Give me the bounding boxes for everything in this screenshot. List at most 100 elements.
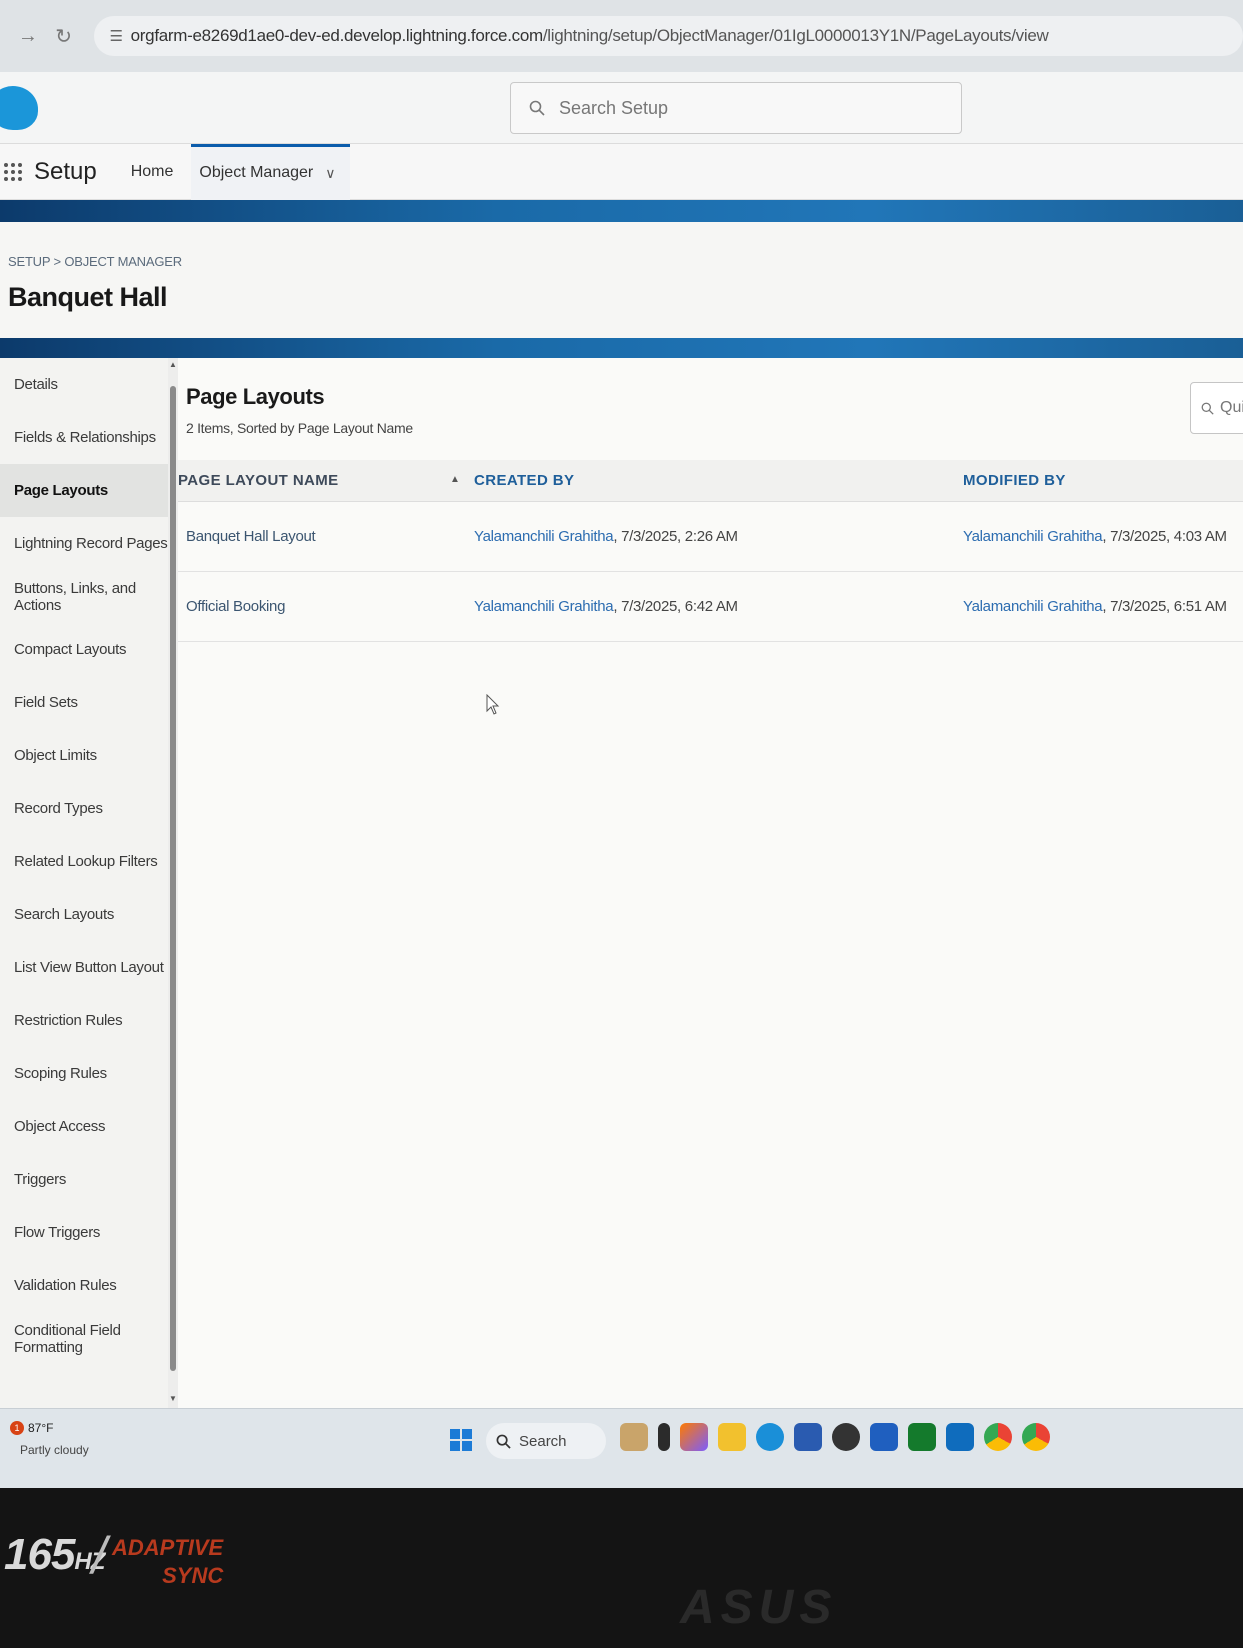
scroll-up-icon[interactable]: ▲ (169, 360, 177, 369)
adaptive-sync-label: ADAPTIVE SYNC (112, 1534, 223, 1590)
sidebar-item-object-access[interactable]: Object Access (0, 1100, 168, 1153)
app-icon[interactable] (832, 1423, 860, 1451)
modified-date: , 7/3/2025, 6:51 AM (1102, 598, 1227, 615)
tab-object-manager[interactable]: Object Manager ∨ (191, 143, 350, 200)
setup-nav-bar: Setup Home Object Manager ∨ (0, 143, 1243, 200)
table-row: Official Booking Yalamanchili Grahitha, … (178, 572, 1243, 642)
sidebar-item-field-sets[interactable]: Field Sets (0, 676, 168, 729)
setup-title: Setup (34, 157, 97, 185)
sidebar-item-object-limits[interactable]: Object Limits (0, 729, 168, 782)
tab-home-label: Home (130, 162, 174, 180)
outlook-icon[interactable] (946, 1423, 974, 1451)
sidebar-item-label: Fields & Relationships (14, 429, 156, 446)
sidebar-item-label: Lightning Record Pages (14, 535, 168, 552)
sidebar-item-record-types[interactable]: Record Types (0, 782, 168, 835)
taskbar-search-label: Search (519, 1432, 567, 1450)
table-header: PAGE LAYOUT NAME ▲ CREATED BY MODIFIED B… (178, 460, 1243, 502)
chrome-icon[interactable] (1022, 1423, 1050, 1451)
address-bar[interactable]: ☰ orgfarm-e8269d1ae0-dev-ed.develop.ligh… (93, 16, 1243, 56)
forward-icon[interactable]: → (14, 22, 42, 50)
sidebar-item-label: Object Limits (14, 747, 97, 764)
created-by-user-link[interactable]: Yalamanchili Grahitha (474, 598, 614, 615)
adaptive-line: ADAPTIVE (112, 1535, 224, 1560)
column-header-modified-by[interactable]: MODIFIED BY (963, 472, 1066, 489)
task-view-icon[interactable] (658, 1423, 670, 1451)
quick-find-input[interactable]: Quic (1190, 382, 1243, 434)
sidebar-item-compact-layouts[interactable]: Compact Layouts (0, 623, 168, 676)
modified-by-cell: Yalamanchili Grahitha, 7/3/2025, 4:03 AM (963, 528, 1227, 545)
header-banner (0, 200, 1243, 222)
browser-toolbar: → ↻ ☰ orgfarm-e8269d1ae0-dev-ed.develop.… (0, 0, 1243, 72)
copilot-icon[interactable] (680, 1423, 708, 1451)
breadcrumb[interactable]: SETUP > OBJECT MANAGER (8, 254, 182, 269)
sidebar-item-conditional-field-formatting[interactable]: Conditional Field Formatting (0, 1312, 168, 1365)
taskbar-search[interactable]: Search (486, 1423, 606, 1459)
widget-app-icon[interactable] (620, 1423, 648, 1451)
weather-alert-icon: 1 (10, 1421, 24, 1435)
windows-start-icon[interactable] (450, 1429, 472, 1451)
sidebar-item-related-lookup-filters[interactable]: Related Lookup Filters (0, 835, 168, 888)
search-setup-input[interactable]: Search Setup (510, 82, 962, 134)
sidebar-item-page-layouts[interactable]: Page Layouts (0, 464, 168, 517)
search-icon (496, 1434, 511, 1449)
created-by-user-link[interactable]: Yalamanchili Grahitha (474, 528, 614, 545)
quick-find-placeholder: Quic (1220, 399, 1243, 416)
sidebar-item-label: Record Types (14, 800, 103, 817)
object-header: SETUP > OBJECT MANAGER Banquet Hall (0, 222, 1243, 338)
sidebar-item-search-layouts[interactable]: Search Layouts (0, 888, 168, 941)
sidebar-item-fields-relationships[interactable]: Fields & Relationships (0, 411, 168, 464)
page-layout-name-link[interactable]: Banquet Hall Layout (186, 528, 316, 545)
sidebar-item-scoping-rules[interactable]: Scoping Rules (0, 1047, 168, 1100)
sort-ascending-icon[interactable]: ▲ (450, 474, 460, 485)
sidebar-item-buttons-links-actions[interactable]: Buttons, Links, and Actions (0, 570, 168, 623)
edge-icon[interactable] (756, 1423, 784, 1451)
scroll-thumb[interactable] (170, 386, 176, 1371)
search-icon (529, 100, 545, 116)
created-by-cell: Yalamanchili Grahitha, 7/3/2025, 6:42 AM (474, 598, 738, 615)
sidebar-item-triggers[interactable]: Triggers (0, 1153, 168, 1206)
list-subtitle: 2 Items, Sorted by Page Layout Name (186, 420, 413, 436)
app-launcher-icon[interactable] (4, 158, 24, 186)
sidebar-item-label: Conditional Field Formatting (14, 1321, 121, 1356)
sidebar-item-lightning-record-pages[interactable]: Lightning Record Pages (0, 517, 168, 570)
created-by-cell: Yalamanchili Grahitha, 7/3/2025, 2:26 AM (474, 528, 738, 545)
search-icon (1201, 402, 1214, 415)
url-path: /lightning/setup/ObjectManager/01IgL0000… (542, 26, 1049, 45)
modified-by-user-link[interactable]: Yalamanchili Grahitha (963, 598, 1103, 615)
sidebar-scrollbar[interactable]: ▲ ▼ (168, 358, 178, 1408)
windows-taskbar: 1 87°F Partly cloudy Search (0, 1408, 1243, 1488)
site-settings-icon[interactable]: ☰ (110, 27, 123, 45)
page-layouts-panel: Page Layouts 2 Items, Sorted by Page Lay… (178, 358, 1243, 1408)
sidebar-item-list-view-button-layout[interactable]: List View Button Layout (0, 941, 168, 994)
column-header-page-layout-name[interactable]: PAGE LAYOUT NAME (178, 472, 339, 489)
object-banner (0, 338, 1243, 358)
page-layout-name-link[interactable]: Official Booking (186, 598, 285, 615)
sidebar-item-flow-triggers[interactable]: Flow Triggers (0, 1206, 168, 1259)
asus-logo: ASUS (680, 1581, 838, 1634)
mouse-cursor-icon (486, 694, 500, 715)
sidebar-item-label: Field Sets (14, 694, 78, 711)
salesforce-logo[interactable] (0, 86, 38, 130)
sidebar-item-label: Object Access (14, 1118, 106, 1135)
column-header-created-by[interactable]: CREATED BY (474, 472, 574, 489)
created-date: , 7/3/2025, 2:26 AM (613, 528, 738, 545)
file-explorer-icon[interactable] (718, 1423, 746, 1451)
modified-by-user-link[interactable]: Yalamanchili Grahitha (963, 528, 1103, 545)
monitor-bezel: 165HZ / ADAPTIVE SYNC ASUS (0, 1488, 1243, 1648)
tab-home[interactable]: Home (123, 144, 182, 200)
sidebar-item-details[interactable]: Details (0, 358, 168, 411)
mcafee-icon[interactable] (870, 1423, 898, 1451)
sidebar-item-restriction-rules[interactable]: Restriction Rules (0, 994, 168, 1047)
sidebar-item-label: Compact Layouts (14, 641, 127, 658)
sidebar-item-label: List View Button Layout (14, 959, 164, 976)
scroll-down-icon[interactable]: ▼ (169, 1394, 177, 1403)
chrome-icon[interactable] (984, 1423, 1012, 1451)
created-date: , 7/3/2025, 6:42 AM (613, 598, 738, 615)
sidebar-item-label: Triggers (14, 1171, 67, 1188)
chevron-down-icon[interactable]: ∨ (325, 165, 335, 182)
reload-icon[interactable]: ↻ (50, 22, 78, 50)
store-icon[interactable] (794, 1423, 822, 1451)
xbox-icon[interactable] (908, 1423, 936, 1451)
sidebar-item-validation-rules[interactable]: Validation Rules (0, 1259, 168, 1312)
sidebar-item-label: Restriction Rules (14, 1012, 123, 1029)
